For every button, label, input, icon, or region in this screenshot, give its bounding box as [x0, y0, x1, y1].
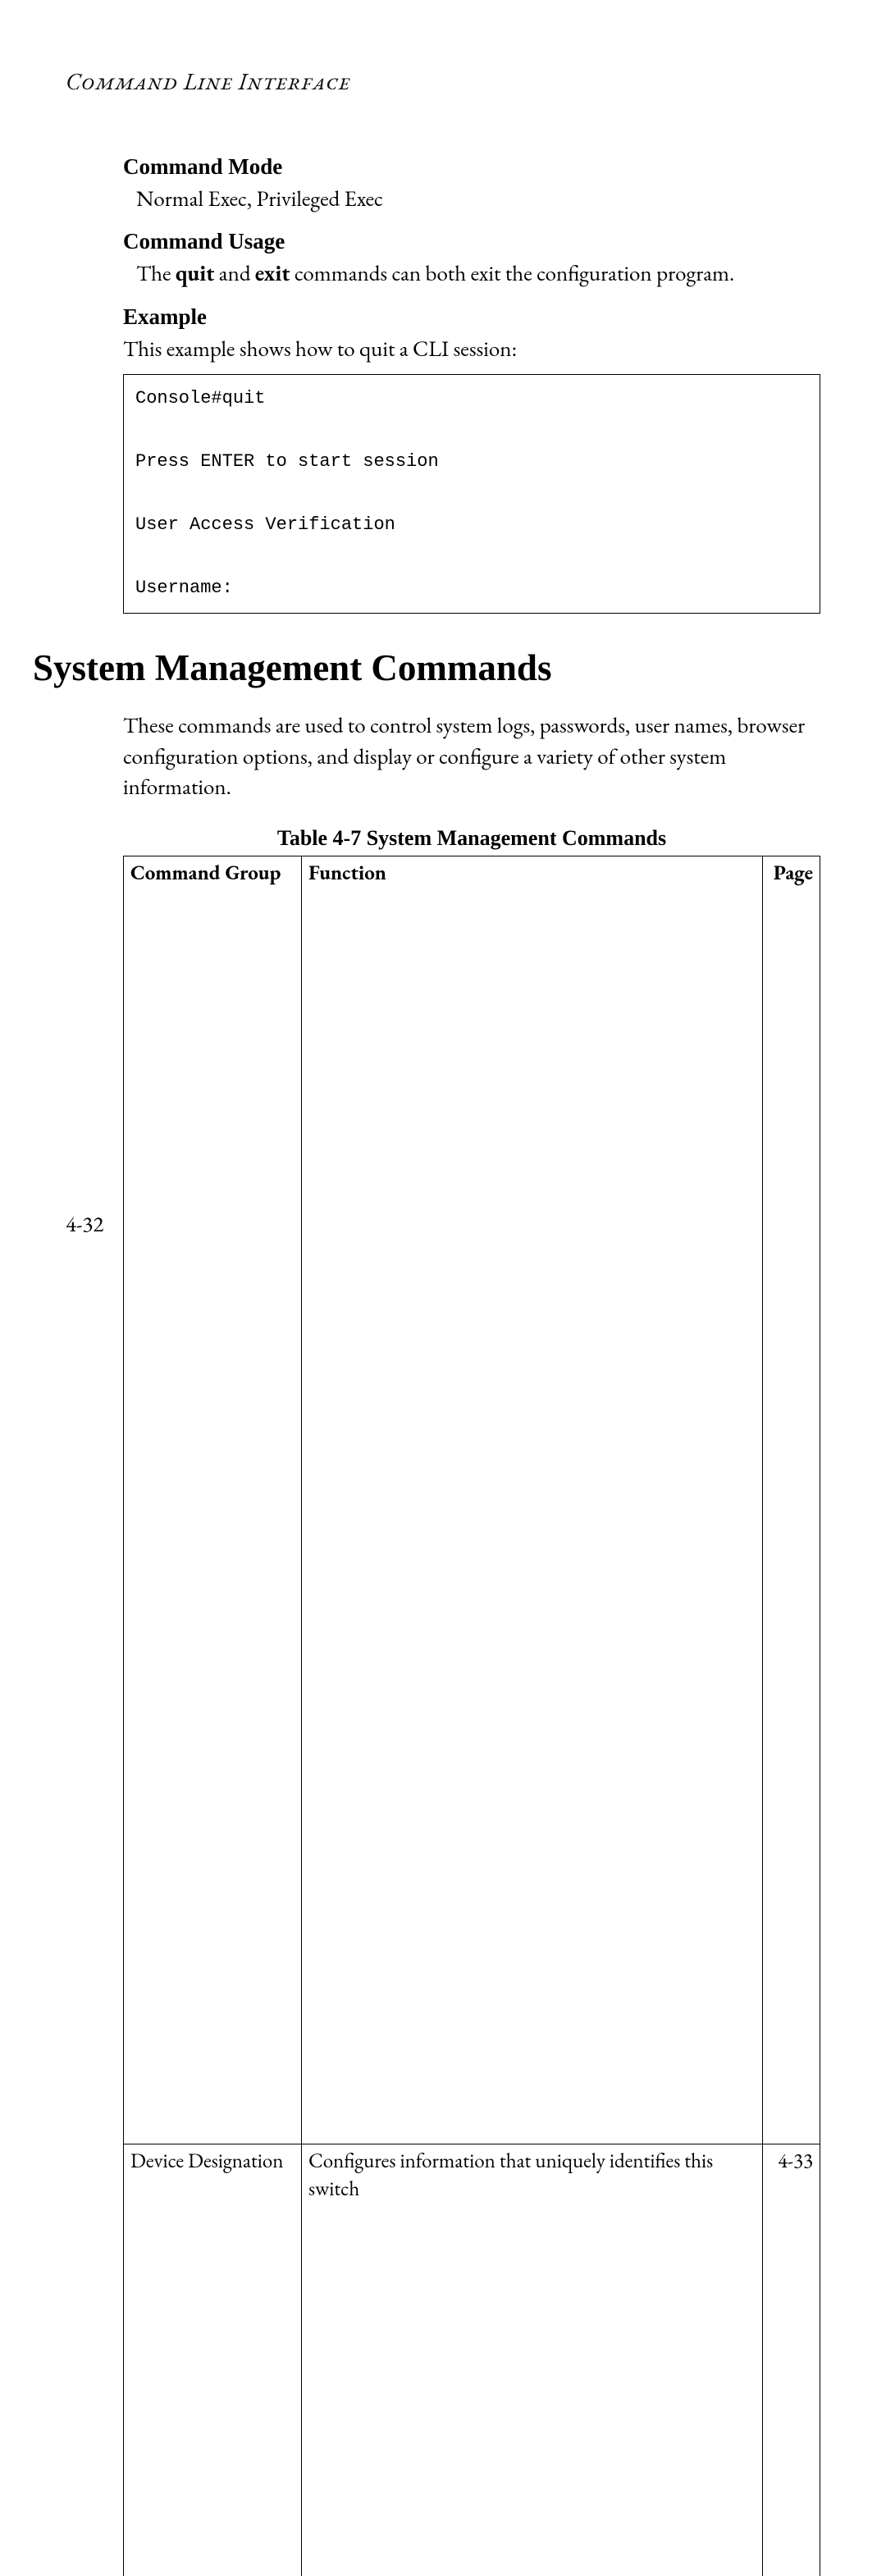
running-head: Command Line Interface	[66, 66, 820, 97]
table-caption: Table 4-7 System Management Commands	[123, 826, 820, 851]
table-row: Device Designation Configures informatio…	[124, 2144, 820, 2576]
command-usage-text: The quit and exit commands can both exit…	[136, 259, 820, 289]
cell-page: 4-33	[763, 2144, 820, 2576]
col-header-group: Command Group	[124, 856, 302, 2144]
table-header-row: Command Group Function Page	[124, 856, 820, 2144]
command-mode-text: Normal Exec, Privileged Exec	[136, 185, 820, 214]
section-block: These commands are used to control syste…	[123, 710, 820, 2576]
usage-mid: and	[214, 259, 255, 288]
command-mode-label: Command Mode	[123, 154, 820, 180]
command-usage-label: Command Usage	[123, 229, 820, 254]
section-title: System Management Commands	[33, 646, 820, 689]
example-code: Console#quit Press ENTER to start sessio…	[123, 374, 820, 614]
col-header-page: Page	[763, 856, 820, 2144]
page-number: 4-32	[66, 1210, 103, 1239]
usage-kw-exit: exit	[255, 259, 290, 288]
usage-suffix: commands can both exit the configuration…	[290, 259, 734, 288]
page: Command Line Interface Command Mode Norm…	[0, 0, 886, 1288]
cell-function: Configures information that uniquely ide…	[302, 2144, 763, 2576]
example-desc: This example shows how to quit a CLI ses…	[123, 335, 820, 364]
usage-prefix: The	[136, 259, 176, 288]
col-header-function: Function	[302, 856, 763, 2144]
commands-table: Command Group Function Page Device Desig…	[123, 856, 820, 2576]
usage-kw-quit: quit	[176, 259, 214, 288]
section-intro: These commands are used to control syste…	[123, 710, 820, 803]
example-label: Example	[123, 304, 820, 330]
cell-group: Device Designation	[124, 2144, 302, 2576]
content-block: Command Mode Normal Exec, Privileged Exe…	[123, 154, 820, 614]
